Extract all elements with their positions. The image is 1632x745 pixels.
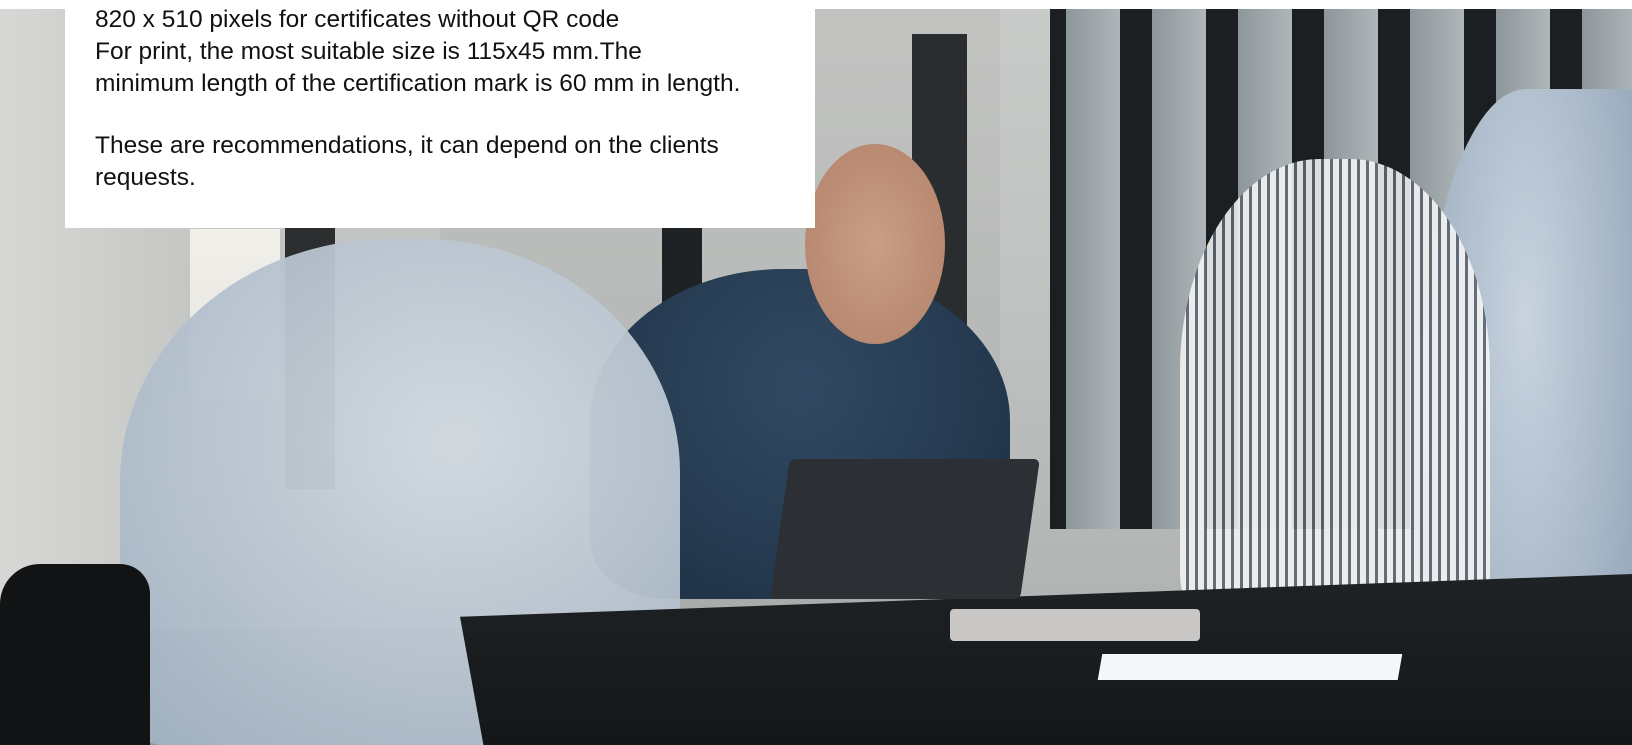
text-line: minimum length of the certification mark… (95, 70, 741, 97)
photo-tablet (950, 609, 1200, 641)
photo-chair (0, 564, 150, 745)
photo-laptop (770, 459, 1040, 599)
photo-paper (1097, 654, 1403, 680)
text-line: 820 x 510 pixels for certificates withou… (95, 6, 620, 33)
text-line: For print, the most suitable size is 115… (95, 38, 642, 65)
recommendation-note: These are recommendations, it can depend… (95, 132, 719, 191)
size-recommendation-text: 820 x 510 pixels for certificates withou… (95, 4, 815, 100)
photo-person (1180, 159, 1490, 629)
text-overlay-panel: 820 x 510 pixels for certificates withou… (65, 0, 815, 228)
page: 820 x 510 pixels for certificates withou… (0, 0, 1632, 745)
photo-person-head (805, 144, 945, 344)
